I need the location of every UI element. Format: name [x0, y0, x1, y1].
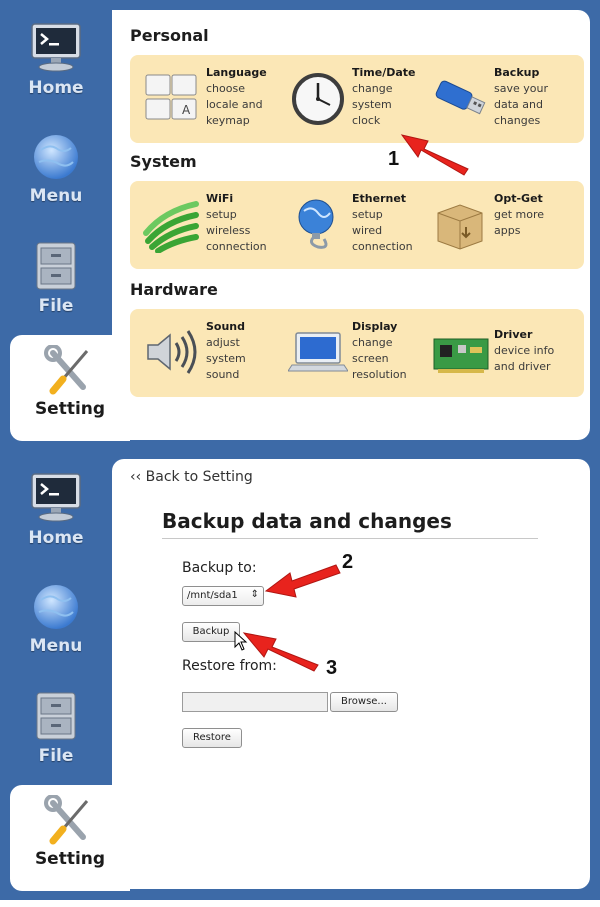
restore-button[interactable]: Restore	[182, 728, 242, 748]
settings-content: Personal A Language choose locale and ke…	[112, 10, 590, 440]
tile-description: device info and driver	[494, 344, 555, 373]
monitor-terminal-icon	[31, 473, 81, 522]
clock-icon	[292, 73, 344, 125]
tile-description: setup wired connection	[352, 208, 413, 253]
wifi-signal-icon	[143, 201, 199, 253]
tile-description: adjust system sound	[206, 336, 246, 381]
file-cabinet-icon	[36, 242, 76, 290]
browse-button[interactable]: Browse...	[330, 692, 398, 712]
red-arrow-annotation	[400, 134, 469, 176]
tile-description: change system clock	[352, 82, 393, 127]
tile-description: setup wireless connection	[206, 208, 267, 253]
group-hardware: Sound adjust system sound Display change…	[130, 309, 584, 397]
tile-title: Time/Date	[352, 66, 416, 79]
page-title: Backup data and changes	[162, 509, 452, 533]
step-marker: 3	[326, 657, 338, 679]
laptop-display-icon	[288, 332, 348, 372]
tile-language[interactable]: A Language choose locale and keymap	[142, 65, 292, 135]
tile-wifi[interactable]: WiFi setup wireless connection	[142, 191, 292, 261]
settings-overview-screen: Home Menu File Setting Personal A Langua…	[0, 0, 600, 450]
backup-screen: Home Menu File Setting ‹‹ Back to Settin…	[0, 450, 600, 900]
step-marker: 2	[342, 551, 354, 573]
tile-opt-get[interactable]: Opt-Get get more apps	[430, 191, 580, 261]
globe-icon	[34, 585, 78, 629]
speaker-icon	[147, 330, 197, 374]
sidebar-item-file[interactable]: File	[0, 240, 112, 316]
select-value: /mnt/sda1	[187, 590, 238, 601]
tile-title: Backup	[494, 66, 540, 79]
tile-title: WiFi	[206, 192, 234, 205]
tile-ethernet[interactable]: Ethernet setup wired connection	[288, 191, 438, 261]
tile-title: Opt-Get	[494, 192, 543, 205]
sidebar-item-label: Menu	[29, 636, 83, 656]
wrench-screwdriver-icon	[44, 345, 89, 395]
tile-title: Language	[206, 66, 267, 79]
sidebar-item-file[interactable]: File	[0, 690, 112, 766]
tile-driver[interactable]: Driver device info and driver	[430, 319, 580, 389]
sidebar-item-menu[interactable]: Menu	[0, 582, 112, 656]
title-divider	[162, 538, 538, 539]
tile-title: Display	[352, 320, 398, 333]
sidebar-item-label: Menu	[29, 186, 83, 206]
sidebar-item-home[interactable]: Home	[0, 22, 112, 98]
section-title-personal: Personal	[130, 26, 209, 45]
svg-text:A: A	[182, 103, 191, 117]
sidebar-item-label: File	[38, 746, 74, 766]
tile-title: Sound	[206, 320, 246, 333]
circuit-board-icon	[433, 338, 489, 373]
tile-description: get more apps	[494, 208, 545, 237]
sidebar-item-label: Home	[28, 78, 84, 98]
keyboard-keys-icon: A	[145, 74, 197, 120]
red-arrow-annotation	[264, 564, 341, 598]
back-to-setting-link[interactable]: ‹‹ Back to Setting	[130, 469, 253, 485]
tile-description: save your data and changes	[494, 82, 548, 127]
sidebar-item-home[interactable]: Home	[0, 472, 112, 548]
red-arrow-annotation	[242, 632, 319, 672]
package-box-icon	[437, 204, 483, 250]
backup-button[interactable]: Backup	[182, 622, 240, 642]
wrench-screwdriver-icon	[44, 795, 89, 845]
chevron-updown-icon: ⇕	[250, 589, 259, 600]
step-marker: 1	[388, 148, 400, 170]
backup-to-label: Backup to:	[182, 560, 257, 576]
file-cabinet-icon	[36, 692, 76, 740]
usb-drive-icon	[435, 80, 486, 115]
backup-content: ‹‹ Back to Setting Backup data and chang…	[112, 459, 590, 889]
sidebar-item-menu[interactable]: Menu	[0, 132, 112, 206]
group-personal: A Language choose locale and keymap Time…	[130, 55, 584, 143]
sidebar-item-label: File	[38, 296, 74, 316]
tile-description: change screen resolution	[352, 336, 407, 381]
sidebar: Home Menu File Setting	[0, 0, 130, 450]
section-title-hardware: Hardware	[130, 280, 218, 299]
tile-display[interactable]: Display change screen resolution	[288, 319, 438, 389]
backup-device-select[interactable]: /mnt/sda1 ⇕	[182, 586, 264, 606]
restore-path-input[interactable]	[182, 692, 328, 712]
globe-icon	[34, 135, 78, 179]
sidebar-item-label: Home	[28, 528, 84, 548]
monitor-terminal-icon	[31, 23, 81, 72]
tile-title: Driver	[494, 328, 533, 341]
group-system: WiFi setup wireless connection Ethernet …	[130, 181, 584, 269]
sidebar: Home Menu File Setting	[0, 450, 130, 900]
tile-title: Ethernet	[352, 192, 407, 205]
section-title-system: System	[130, 152, 197, 171]
tile-description: choose locale and keymap	[206, 82, 263, 127]
ethernet-globe-icon	[298, 199, 334, 249]
tile-sound[interactable]: Sound adjust system sound	[142, 319, 292, 389]
